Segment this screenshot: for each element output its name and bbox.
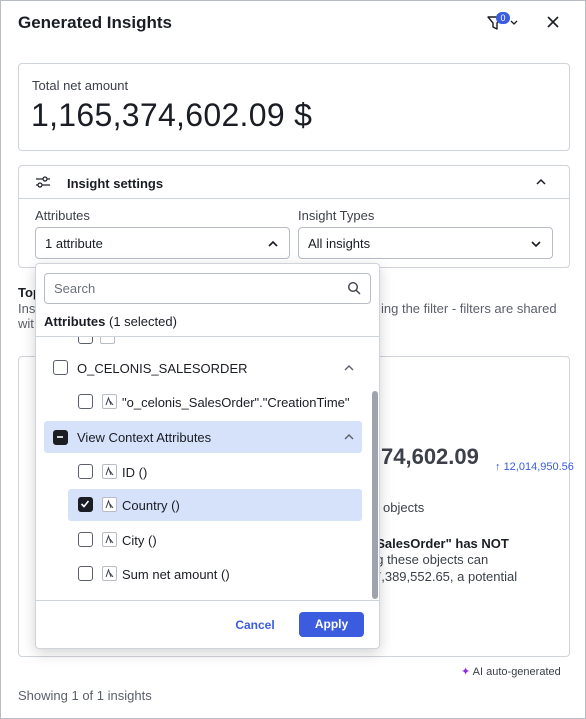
attribute-type-icon [102,497,117,512]
group-checkbox[interactable] [53,360,68,375]
sliders-icon [36,176,50,188]
attribute-label: Country () [122,498,180,513]
insight-types-select-value: All insights [308,236,371,251]
attribute-type-icon [102,464,117,479]
list-item-id[interactable]: ID () [68,457,362,487]
attribute-label: "o_celonis_SalesOrder"."CreationTime" [122,395,350,410]
list-item-city[interactable]: City () [68,525,362,555]
info-text-start: Ins [18,301,36,316]
chevron-down-icon [531,241,541,248]
filter-button[interactable]: 0 [485,11,521,35]
insight-body-line2: 7,389,552.65, a potential [374,569,518,584]
attribute-label: ID () [122,465,148,480]
insight-objects-text: objects [383,500,425,515]
group-label: View Context Attributes [77,430,212,445]
info-text-end: ing the filter - filters are shared [381,301,557,316]
insight-types-select[interactable]: All insights [298,227,553,259]
insights-count: Showing 1 of 1 insights [18,688,152,703]
checkbox[interactable] [78,394,93,409]
insight-bold-text: eSalesOrder" has NOT [369,536,509,551]
cancel-button[interactable]: Cancel [232,614,278,636]
metric-value: 1,165,374,602.09 $ [31,97,313,133]
insight-types-label: Insight Types [298,208,375,223]
attribute-label: City () [122,533,157,548]
checkbox[interactable] [78,566,93,581]
divider [36,600,379,601]
filter-count-badge: 0 [496,12,510,24]
attributes-label: Attributes [35,208,90,223]
attribute-type-icon [102,532,117,547]
dropdown-header-title: Attributes [44,314,106,329]
checkbox[interactable] [78,337,93,344]
attribute-type-icon [102,394,117,409]
attribute-list[interactable]: O_CELONIS_SALESORDER "o_celonis_SalesOrd… [36,337,379,599]
arrow-up-icon: ↑ [495,461,501,473]
attribute-type-icon [100,337,115,344]
attribute-type-icon [102,566,117,581]
group-row-view-context-attributes[interactable]: View Context Attributes [44,421,362,453]
sparkle-icon: ✦ [461,666,471,678]
checkbox[interactable] [78,532,93,547]
chevron-up-icon[interactable] [343,432,355,442]
insight-settings-title: Insight settings [67,176,164,191]
chevron-up-icon [268,240,278,247]
panel-title: Generated Insights [18,13,172,32]
attributes-select[interactable]: 1 attribute [35,227,290,259]
close-icon [547,16,559,28]
trend-value: 12,014,950.56 [503,461,574,473]
checkbox-checked[interactable] [78,497,93,512]
attributes-select-value: 1 attribute [45,236,103,251]
search-icon [347,281,361,295]
metric-card: Total net amount 1,165,374,602.09 $ [18,63,570,151]
insights-panel: Generated Insights 0 Total net amount 1,… [0,0,586,719]
chevron-up-icon[interactable] [343,363,355,373]
attributes-dropdown: Attributes (1 selected) O_CELONIS_SALESO… [35,263,380,649]
list-item-creationtime[interactable]: "o_celonis_SalesOrder"."CreationTime" [68,387,362,417]
apply-button[interactable]: Apply [299,612,364,637]
dropdown-header-count: (1 selected) [105,314,177,329]
trend-indicator: ↑ 12,014,950.56 [495,461,574,473]
dropdown-header: Attributes (1 selected) [44,314,177,329]
close-button[interactable] [543,12,563,32]
list-item-sum-net-amount[interactable]: Sum net amount () [68,559,362,589]
checkbox[interactable] [78,464,93,479]
ai-generated-label: AI auto-generated [472,666,561,678]
metric-label: Total net amount [32,78,129,93]
attribute-label: Sum net amount () [122,567,230,582]
list-item-country[interactable]: Country () [68,489,362,521]
group-checkbox-partial[interactable] [53,430,68,445]
search-input[interactable] [44,273,371,304]
group-label: O_CELONIS_SALESORDER [77,361,248,376]
insight-settings-header[interactable]: Insight settings [19,166,569,199]
scrollbar-thumb[interactable] [372,391,378,599]
group-row-o-celonis-salesorder[interactable]: O_CELONIS_SALESORDER [44,353,362,383]
insight-body-line1: ng these objects can [369,552,489,567]
ai-generated-tag: ✦ AI auto-generated [461,665,561,678]
insight-value: 74,602.09 [381,444,479,469]
chevron-up-icon[interactable] [535,177,547,187]
info-text-line2: wit [18,316,34,331]
